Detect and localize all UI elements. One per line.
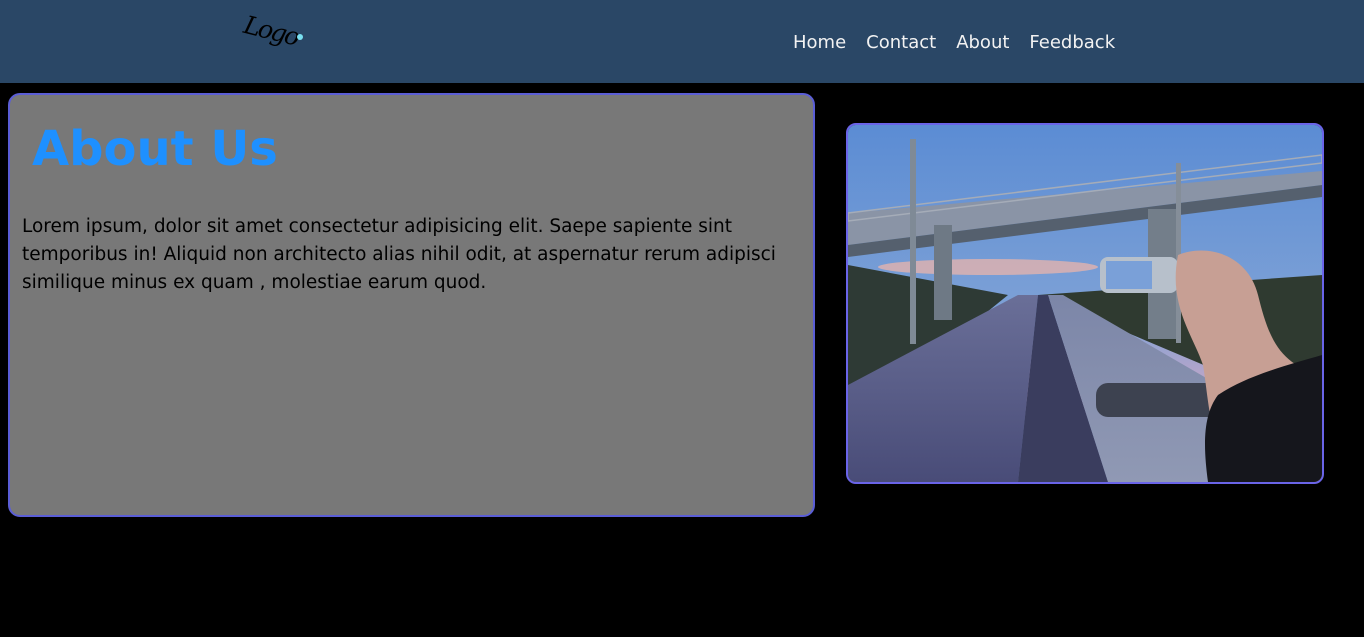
photo-illustration [848,125,1322,482]
nav-links: Home Contact About Feedback [793,32,1115,54]
logo[interactable]: Logo [241,8,310,70]
nav-link-contact[interactable]: Contact [866,32,936,54]
about-text: Lorem ipsum, dolor sit amet consectetur … [22,216,776,293]
about-title: About Us [32,121,278,177]
about-card: About Us Lorem ipsum, dolor sit amet con… [8,93,815,517]
logo-dot-icon [297,34,303,40]
nav-link-feedback[interactable]: Feedback [1029,32,1115,54]
logo-text: Logo [240,10,302,52]
nav-link-about[interactable]: About [956,32,1009,54]
nav-link-home[interactable]: Home [793,32,846,54]
navbar: Logo Home Contact About Feedback [0,0,1364,83]
about-photo [846,123,1324,484]
